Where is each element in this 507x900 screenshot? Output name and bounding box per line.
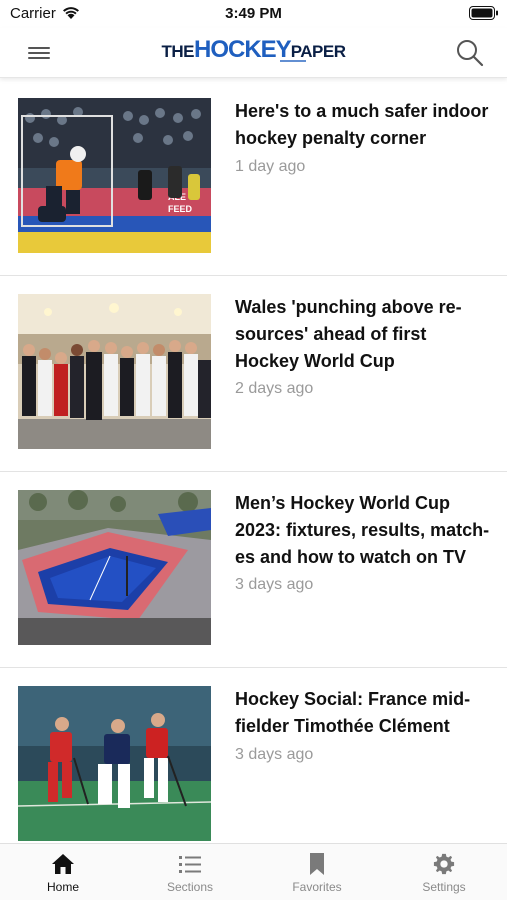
article-thumbnail[interactable]: ALE FEED <box>18 98 211 253</box>
tab-sections-label: Sections <box>166 880 214 894</box>
article-item[interactable]: Men’s Hockey World Cup 2023: fixtures, r… <box>0 472 507 668</box>
article-thumbnail[interactable] <box>18 294 211 449</box>
article-image <box>18 686 211 841</box>
bookmark-icon <box>310 853 324 875</box>
status-bar: Carrier 3:49 PM <box>0 0 507 28</box>
article-item[interactable]: ALE FEED Here's to a much safer indoor h… <box>0 80 507 276</box>
app-header: THEHOCKEYPAPER <box>0 28 507 78</box>
search-button[interactable] <box>453 36 487 70</box>
article-title[interactable]: Hockey Social: France mid-fielder Timoth… <box>235 686 493 740</box>
article-thumbnail[interactable] <box>18 686 211 841</box>
article-thumbnail[interactable] <box>18 490 211 645</box>
tab-favorites-label: Favorites <box>292 880 342 894</box>
article-feed[interactable]: ALE FEED Here's to a much safer indoor h… <box>0 80 507 843</box>
logo-hockey: HOCKEY <box>194 36 292 63</box>
svg-text:FEED: FEED <box>168 204 193 214</box>
article-title[interactable]: Here's to a much safer indoor hockey pen… <box>235 98 493 152</box>
tab-sections[interactable]: Sections <box>127 844 253 900</box>
tab-bar: Home Sections Favorites Settings <box>0 843 507 900</box>
article-item[interactable]: Hockey Social: France mid-fielder Timoth… <box>0 668 507 843</box>
article-title[interactable]: Men’s Hockey World Cup 2023: fixtures, r… <box>235 490 493 571</box>
search-icon <box>457 40 484 67</box>
article-item[interactable]: Wales 'punching above re-sources' ahead … <box>0 276 507 472</box>
logo-tagline-mark <box>280 60 306 62</box>
article-title[interactable]: Wales 'punching above re-sources' ahead … <box>235 294 493 375</box>
status-time: 3:49 PM <box>225 5 282 22</box>
article-image: ALE FEED <box>18 98 211 253</box>
logo-paper: PAPER <box>290 42 346 61</box>
battery-icon <box>469 6 498 20</box>
list-icon <box>179 856 201 873</box>
tab-favorites[interactable]: Favorites <box>254 844 380 900</box>
article-time: 2 days ago <box>235 380 314 397</box>
article-time: 3 days ago <box>235 746 314 763</box>
home-icon <box>52 854 74 874</box>
gear-icon <box>433 853 455 875</box>
tab-home-label: Home <box>46 880 79 894</box>
article-time: 1 day ago <box>235 158 306 175</box>
app-logo[interactable]: THEHOCKEYPAPER <box>0 38 507 62</box>
article-image <box>18 294 211 449</box>
tab-home[interactable]: Home <box>0 844 126 900</box>
tab-settings-label: Settings <box>422 880 466 894</box>
article-time: 3 days ago <box>235 576 314 593</box>
article-image <box>18 490 211 645</box>
tab-settings[interactable]: Settings <box>381 844 507 900</box>
logo-the: THE <box>161 42 195 61</box>
